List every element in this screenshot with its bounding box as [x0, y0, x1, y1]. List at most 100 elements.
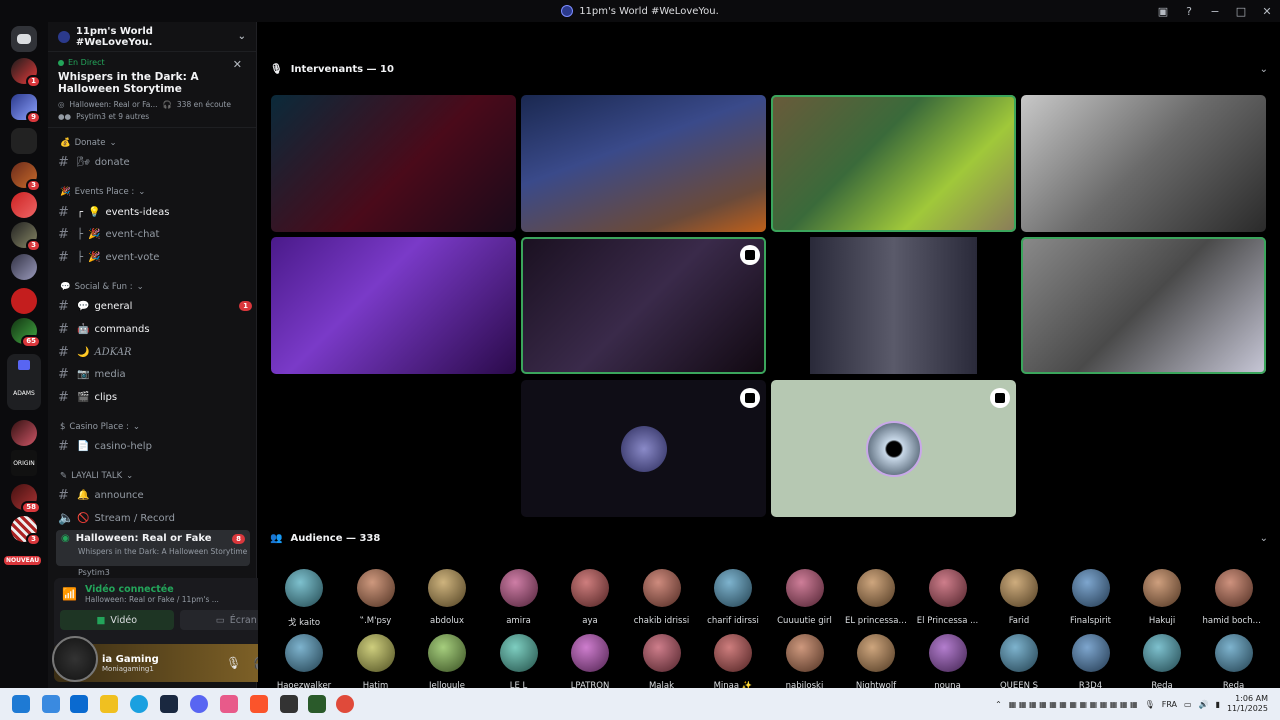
speaker-video-tile[interactable] [271, 95, 516, 232]
close-button[interactable]: ✕ [1254, 5, 1280, 18]
audience-member[interactable]: 戈 kaito [273, 569, 335, 628]
category-social[interactable]: 💬 Social & Fun : ⌄ [60, 282, 144, 292]
channel-adkar[interactable]: # 🌙 ADKAR [58, 342, 252, 362]
category-layali[interactable]: ✎ LAYALI TALK ⌄ [60, 471, 133, 481]
audience-member[interactable]: Reda [1203, 634, 1265, 691]
speaker-video-tile[interactable] [271, 237, 516, 374]
audience-member[interactable]: Hakuji [1131, 569, 1193, 626]
stage-card[interactable]: En Direct ✕ Whispers in the Dark: A Hall… [48, 52, 256, 128]
audience-member[interactable]: Nightwolf [845, 634, 907, 691]
server-icon[interactable]: 1 [11, 58, 41, 88]
audience-member[interactable]: Jellouule [416, 634, 478, 691]
server-icon[interactable]: 65 [11, 318, 41, 348]
channel-stream-record[interactable]: 🔈 🚫 Stream / Record [58, 508, 252, 528]
audience-member[interactable]: nouna [917, 634, 979, 691]
audience-member[interactable]: El Princessa ... [917, 569, 979, 626]
category-donate[interactable]: 💰 Donate ⌄ [60, 138, 117, 148]
help-icon[interactable]: ? [1176, 5, 1202, 18]
server-folder[interactable]: ADAMS [7, 354, 41, 410]
app-icon[interactable] [280, 695, 298, 713]
close-icon[interactable]: ✕ [233, 58, 242, 71]
audience-member[interactable]: QUEEN S [988, 634, 1050, 691]
audience-member[interactable]: Finalspirit [1060, 569, 1122, 626]
speaker-avatar-tile[interactable] [521, 380, 766, 517]
audience-member[interactable]: abdolux [416, 569, 478, 626]
server-icon[interactable] [11, 420, 37, 446]
discord-home-icon[interactable] [11, 26, 37, 52]
server-icon[interactable]: 3 [11, 222, 41, 252]
tray-app-icons[interactable]: ▦ ▦ ▦ ▦ ▦ ▦ ▦ ▦ ▦ ▦ ▦ ▦ ▦ [1009, 700, 1138, 709]
clock[interactable]: 1:06 AM 11/1/2025 [1227, 694, 1268, 714]
app-icon[interactable] [70, 695, 88, 713]
inbox-icon[interactable]: ▣ [1150, 5, 1176, 18]
channel-event-vote[interactable]: # ├ 🎉 event-vote [58, 247, 252, 267]
avatar[interactable] [52, 636, 98, 682]
audience-member[interactable]: chakib idrissi [631, 569, 693, 626]
chevron-down-icon[interactable]: ⌄ [1260, 533, 1268, 544]
audience-member[interactable]: ‟.M'psy [345, 569, 407, 626]
speaker-video-tile[interactable] [1021, 95, 1266, 232]
battery-icon[interactable]: ▮ [1216, 700, 1220, 709]
discord-icon[interactable] [190, 695, 208, 713]
server-icon[interactable]: 58 [11, 484, 41, 514]
app-icon[interactable] [308, 695, 326, 713]
channel-media[interactable]: # 📷 media [58, 364, 252, 384]
voice-user[interactable]: Psytim3 [78, 568, 110, 577]
server-icon[interactable] [11, 128, 37, 154]
channel-donate[interactable]: # 🌬 donate [58, 152, 252, 172]
audience-member[interactable]: nabiloski [774, 634, 836, 691]
audience-member[interactable]: Malak [631, 634, 693, 691]
channel-general[interactable]: # 💬 general 1 [58, 296, 252, 316]
brave-icon[interactable] [250, 695, 268, 713]
channel-casino-help[interactable]: # 📄 casino-help [58, 436, 252, 456]
audience-member[interactable]: R3D4 [1060, 634, 1122, 691]
audience-member[interactable]: Haoezwalker [273, 634, 335, 691]
audience-member[interactable]: charif idirssi [702, 569, 764, 626]
audience-section-header[interactable]: 👥 Audience — 338 [270, 533, 380, 544]
microphone-icon[interactable]: 🎙 [1145, 700, 1155, 709]
audience-member[interactable]: amira [488, 569, 550, 626]
video-button[interactable]: ■ Vidéo [60, 610, 174, 630]
signal-icon[interactable]: 📶 [62, 587, 77, 601]
network-icon[interactable]: ▭ [1184, 700, 1192, 709]
audience-member[interactable]: Farid [988, 569, 1050, 626]
channel-events-ideas[interactable]: # ┌ 💡 events-ideas [58, 202, 252, 222]
audience-member[interactable]: EL princessa "... [845, 569, 907, 626]
chrome-icon[interactable] [336, 695, 354, 713]
channel-clips[interactable]: # 🎬 clips [58, 387, 252, 407]
steam-icon[interactable] [160, 695, 178, 713]
app-icon[interactable] [42, 695, 60, 713]
channel-announce[interactable]: # 🔔 announce [58, 485, 252, 505]
category-casino[interactable]: $ Casino Place : ⌄ [60, 422, 140, 432]
speaker-video-tile[interactable] [771, 237, 1016, 374]
maximize-button[interactable]: □ [1228, 5, 1254, 18]
channel-commands[interactable]: # 🤖 commands [58, 319, 252, 339]
category-events[interactable]: 🎉 Events Place : ⌄ [60, 187, 145, 197]
audience-member[interactable]: Cuuuutie girl [774, 569, 836, 626]
server-icon[interactable]: 3 [11, 162, 41, 192]
audience-member[interactable]: Minaa ✨ [702, 634, 764, 691]
speakers-section-header[interactable]: 🎙 Intervenants — 10 [270, 64, 394, 75]
audience-member[interactable]: Hatim [345, 634, 407, 691]
server-icon[interactable] [11, 254, 37, 280]
audience-member[interactable]: LE L [488, 634, 550, 691]
server-icon[interactable] [11, 192, 37, 218]
audience-member[interactable]: LPATRON [559, 634, 621, 691]
speaker-video-tile-speaking[interactable] [771, 95, 1016, 232]
server-icon[interactable]: 3 [11, 516, 41, 546]
server-icon[interactable]: ORIGIN [11, 450, 37, 476]
volume-icon[interactable]: 🔊 [1199, 700, 1209, 709]
speaker-avatar-tile[interactable] [771, 380, 1016, 517]
microphone-icon[interactable]: 🎙 [226, 656, 241, 670]
file-explorer-icon[interactable] [100, 695, 118, 713]
minimize-button[interactable]: − [1202, 5, 1228, 18]
app-icon[interactable] [220, 695, 238, 713]
chevron-up-icon[interactable]: ⌃ [995, 700, 1002, 709]
audience-member[interactable]: Reda [1131, 634, 1193, 691]
audience-member[interactable]: hamid bochna9 [1203, 569, 1265, 626]
language-indicator[interactable]: FRA [1162, 700, 1177, 709]
active-stage-channel[interactable]: ◉ Halloween: Real or Fake 8 Whispers in … [56, 530, 250, 566]
chevron-down-icon[interactable]: ⌄ [1260, 64, 1268, 75]
speaker-video-tile[interactable] [521, 95, 766, 232]
speaker-video-tile-speaking[interactable] [1021, 237, 1266, 374]
